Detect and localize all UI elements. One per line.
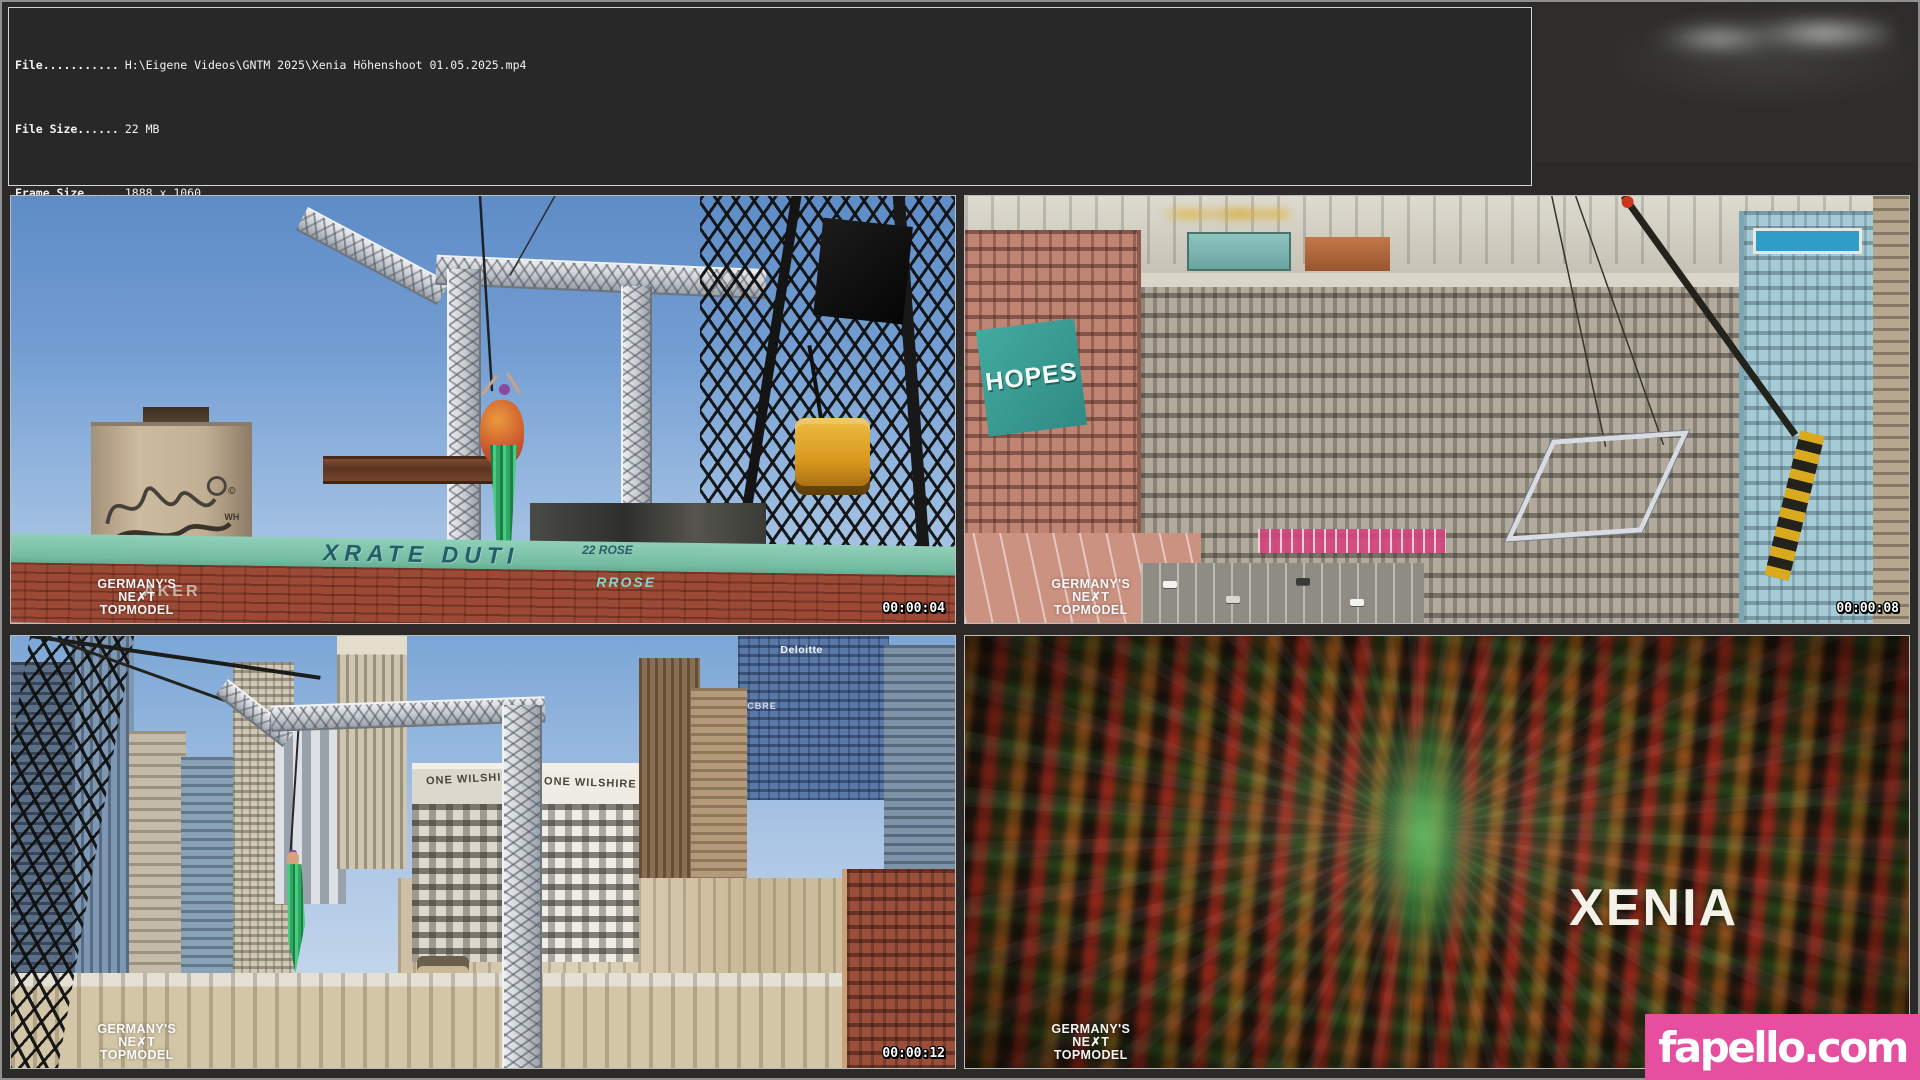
video-thumbnail-4[interactable]: XENIA GERMANY'S NE✗T TOPMODEL [964, 635, 1910, 1069]
watermark-line: NE✗T [1036, 1036, 1146, 1049]
gntm-watermark: GERMANY'S NE✗T TOPMODEL [82, 1023, 192, 1062]
media-info-value: 22 MB [125, 122, 160, 136]
model-green-dress [282, 864, 306, 973]
gntm-watermark: GERMANY'S NE✗T TOPMODEL [82, 578, 192, 617]
model-figure [287, 852, 299, 866]
timestamp-badge: 00:00:08 [1836, 601, 1899, 616]
crane-hook-block [795, 418, 871, 495]
watermark-line: NE✗T [82, 1036, 192, 1049]
fapello-banner[interactable]: fapello.com [1645, 1014, 1920, 1080]
media-info-row: File........... H:\Eigene Videos\GNTM 202… [15, 55, 1531, 76]
vignette [965, 636, 1909, 1068]
video-contact-sheet: File........... H:\Eigene Videos\GNTM 202… [0, 0, 1920, 1080]
suspended-model [470, 384, 536, 563]
media-info-label: File........... [15, 58, 119, 72]
watermark-line: TOPMODEL [1036, 604, 1146, 617]
watermark-line: NE✗T [82, 591, 192, 604]
blurred-watermark [1652, 10, 1892, 62]
watermark-line: GERMANY'S [1036, 578, 1146, 591]
watermark-line: GERMANY'S [82, 578, 192, 591]
graffiti-copyright: © [228, 486, 235, 497]
graffiti-rose: 22 ROSE [582, 543, 633, 557]
truss-column [502, 705, 542, 1068]
media-info-value: H:\Eigene Videos\GNTM 2025\Xenia Höhensh… [125, 58, 527, 72]
gntm-watermark: GERMANY'S NE✗T TOPMODEL [1036, 578, 1146, 617]
fapello-site-label: fapello.com [1658, 1023, 1907, 1072]
xenia-title: XENIA [1569, 878, 1738, 938]
graffiti-tag: WH [224, 512, 239, 522]
timestamp-badge: 00:00:04 [882, 601, 945, 616]
watermark-line: TOPMODEL [82, 1049, 192, 1062]
video-thumbnail-2[interactable]: HOPES GERMANY'S NE✗T TOPMODEL 00:00:08 [964, 195, 1910, 624]
media-info-panel: File........... H:\Eigene Videos\GNTM 202… [8, 7, 1532, 186]
watermark-line: TOPMODEL [82, 604, 192, 617]
crane-counterweight [813, 217, 912, 324]
video-thumbnail-3[interactable]: Deloitte CBRE ONE WILSHIRE ONE WILSHIRE … [10, 635, 956, 1069]
suspended-model [279, 852, 309, 973]
model-hair [499, 384, 510, 395]
graffiti-rrose: RROSE [596, 574, 656, 590]
media-info-label: File Size...... [15, 122, 119, 136]
timestamp-badge: 00:00:12 [882, 1046, 945, 1061]
watermark-line: GERMANY'S [1036, 1023, 1146, 1036]
graffiti-xrate: XRATE DUTI [322, 539, 519, 569]
watermark-line: GERMANY'S [82, 1023, 192, 1036]
watermark-line: NE✗T [1036, 591, 1146, 604]
video-thumbnail-1[interactable]: © WH XRATE DUTI 22 ROSE RROSE AKER GERMA… [10, 195, 956, 624]
gntm-watermark: GERMANY'S NE✗T TOPMODEL [1036, 1023, 1146, 1062]
media-info-row: File Size...... 22 MB [15, 119, 1531, 140]
watermark-line: TOPMODEL [1036, 1049, 1146, 1062]
